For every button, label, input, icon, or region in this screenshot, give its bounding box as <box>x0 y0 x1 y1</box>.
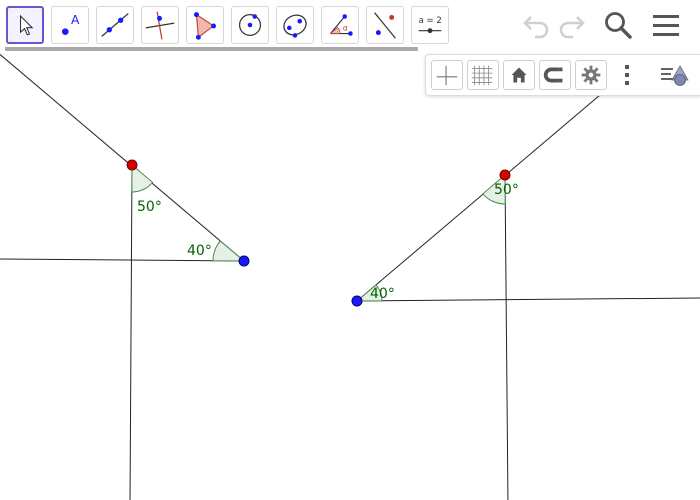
left-figure: 50° 40° <box>0 46 250 500</box>
right-vertical-line[interactable] <box>504 174 509 500</box>
svg-text:A: A <box>71 13 80 27</box>
menu-icon <box>653 15 679 36</box>
right-blue-point[interactable] <box>351 295 363 307</box>
graphics-style-bar <box>425 54 700 96</box>
graphics-settings-button[interactable] <box>575 60 607 90</box>
circle-tool-button[interactable] <box>231 6 269 44</box>
right-left-angle-label[interactable]: 40° <box>370 286 395 302</box>
perpendicular-line-tool-button[interactable] <box>141 6 179 44</box>
svg-text:a = 2: a = 2 <box>419 16 442 26</box>
gear-icon <box>581 65 601 85</box>
search-icon <box>605 12 632 39</box>
reflect-tool-button[interactable] <box>366 6 404 44</box>
toggle-style-bar-button[interactable] <box>658 60 690 90</box>
redo-button[interactable] <box>555 8 591 44</box>
left-top-angle-label[interactable]: 50° <box>137 199 162 215</box>
right-hypotenuse-line[interactable] <box>356 94 601 302</box>
grid-toggle-button[interactable] <box>467 60 499 90</box>
undo-button[interactable] <box>517 8 553 44</box>
undo-icon <box>523 16 549 39</box>
conic-tool-button[interactable] <box>276 6 314 44</box>
toolbar-scrollbar[interactable] <box>5 47 418 51</box>
redo-icon <box>559 16 585 39</box>
axes-icon <box>436 65 458 86</box>
more-vertical-icon <box>625 65 629 85</box>
left-blue-point[interactable] <box>238 255 250 267</box>
right-red-point[interactable] <box>499 169 511 181</box>
left-red-point[interactable] <box>126 159 138 171</box>
left-horizontal-line[interactable] <box>0 258 245 262</box>
main-menu-button[interactable] <box>648 8 684 44</box>
standard-view-button[interactable] <box>503 60 535 90</box>
cursor-arrow-icon <box>19 14 34 36</box>
right-horizontal-line[interactable] <box>356 297 700 302</box>
svg-text:α: α <box>343 24 348 33</box>
line-tool-button[interactable] <box>96 6 134 44</box>
point-capturing-button[interactable] <box>539 60 571 90</box>
reflect-about-line-icon <box>374 12 396 39</box>
magnet-icon <box>543 67 563 83</box>
axes-toggle-button[interactable] <box>431 60 463 90</box>
move-tool-button[interactable] <box>6 6 44 44</box>
perpendicular-line-icon <box>145 11 175 40</box>
home-icon <box>511 67 527 83</box>
polygon-tool-button[interactable] <box>186 6 224 44</box>
point-tool-button[interactable]: A <box>51 6 89 44</box>
search-button[interactable] <box>600 8 636 44</box>
ellipse-icon <box>283 14 307 38</box>
right-top-angle-label[interactable]: 50° <box>494 182 519 198</box>
toolbar: A α a = 2 <box>0 0 700 52</box>
angle-tool-button[interactable]: α <box>321 6 359 44</box>
point-icon: A <box>61 13 80 35</box>
line-icon <box>101 13 129 37</box>
geogebra-app: 50° 40° 50° 40° A α a = 2 <box>0 0 700 500</box>
left-vertical-line[interactable] <box>129 164 133 500</box>
left-hypotenuse-line[interactable] <box>0 46 245 262</box>
style-bar-toggle-icon <box>661 65 689 86</box>
slider-tool-button[interactable]: a = 2 <box>411 6 449 44</box>
grid-icon <box>471 65 493 86</box>
left-right-angle-sector[interactable] <box>212 240 246 262</box>
left-right-angle-label[interactable]: 40° <box>187 243 212 259</box>
angle-icon: α <box>329 14 353 36</box>
more-options-button[interactable] <box>611 60 643 90</box>
polygon-icon <box>194 12 216 40</box>
circle-icon <box>238 13 262 37</box>
slider-icon: a = 2 <box>418 16 442 34</box>
right-figure: 50° 40° <box>351 94 700 500</box>
